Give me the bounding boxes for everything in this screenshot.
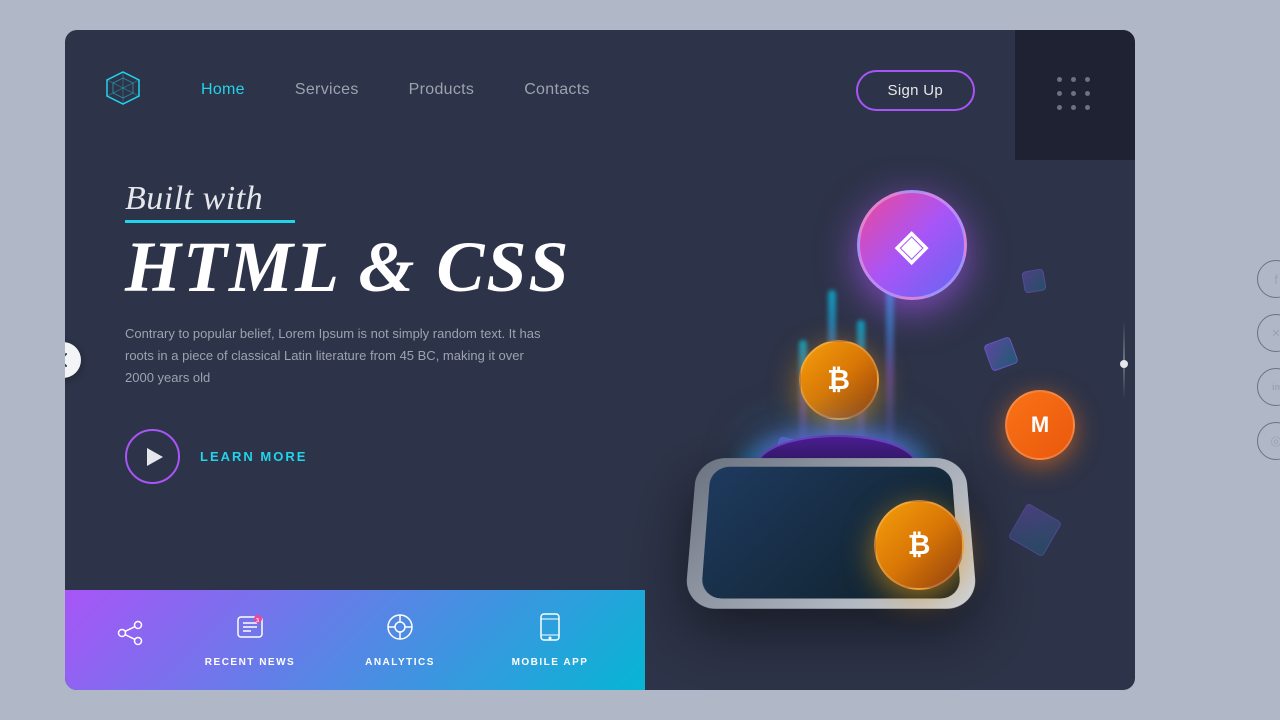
recent-news-icon: 3 [235, 612, 265, 649]
cube-3 [1008, 503, 1063, 558]
dot [1057, 91, 1062, 96]
twitter-icon: ✕ [1271, 327, 1280, 340]
linkedin-button[interactable]: in [1257, 368, 1280, 406]
bitcoin-symbol-bottom: ₿ [908, 529, 931, 561]
facebook-icon: f [1274, 272, 1278, 287]
analytics-item[interactable]: ANALYTICS [325, 612, 475, 668]
analytics-label: ANALYTICS [365, 657, 435, 668]
nav-products[interactable]: Products [409, 81, 475, 99]
hero-title: HTML & CSS [125, 231, 625, 303]
bottom-bar: 3 RECENT NEWS ANALYTICS [65, 590, 645, 690]
mobile-app-item[interactable]: MOBILE APP [475, 612, 625, 668]
recent-news-item[interactable]: 3 RECENT NEWS [175, 612, 325, 668]
scroll-dot [1120, 360, 1128, 368]
analytics-icon [385, 612, 415, 649]
bitcoin-coin-top: ₿ [799, 340, 879, 420]
cta-row: LEARN MORE [125, 429, 625, 484]
signup-button[interactable]: Sign Up [856, 70, 975, 111]
dot [1057, 77, 1062, 82]
linkedin-icon: in [1272, 382, 1280, 392]
mobile-app-icon [537, 612, 563, 649]
recent-news-label: RECENT NEWS [205, 657, 295, 668]
twitter-button[interactable]: ✕ [1257, 314, 1280, 352]
main-card: Home Services Products Contacts Sign Up … [65, 30, 1135, 690]
monero-coin: M [1005, 390, 1075, 460]
cube-4 [1021, 268, 1046, 293]
play-icon [147, 448, 163, 466]
social-sidebar: f ✕ in ◎ [1257, 260, 1280, 460]
instagram-icon: ◎ [1270, 433, 1280, 449]
nav-services[interactable]: Services [295, 81, 359, 99]
share-icon [116, 619, 144, 654]
mobile-app-label: MOBILE APP [512, 657, 589, 668]
logo[interactable] [105, 70, 141, 111]
hero-content: Built with HTML & CSS Contrary to popula… [125, 180, 625, 484]
dot [1071, 91, 1076, 96]
play-button[interactable] [125, 429, 180, 484]
title-underline [125, 220, 295, 223]
dot [1071, 77, 1076, 82]
nav-contacts[interactable]: Contacts [524, 81, 590, 99]
cube-2 [983, 336, 1019, 372]
nav-links: Home Services Products Contacts [201, 81, 856, 99]
dot [1085, 91, 1090, 96]
built-with-text: Built with [125, 180, 625, 218]
nav-home[interactable]: Home [201, 81, 245, 99]
facebook-button[interactable]: f [1257, 260, 1280, 298]
ethereum-coin: ◈ [857, 190, 967, 300]
left-arrow-button[interactable] [65, 342, 81, 378]
hero-description: Contrary to popular belief, Lorem Ipsum … [125, 323, 545, 389]
share-item[interactable] [85, 619, 175, 662]
bitcoin-coin-bottom: ₿ [874, 500, 964, 590]
svg-text:3: 3 [256, 618, 259, 624]
ethereum-symbol: ◈ [895, 220, 927, 270]
monero-symbol: M [1031, 412, 1049, 438]
bitcoin-symbol-top: ₿ [827, 364, 850, 396]
instagram-button[interactable]: ◎ [1257, 422, 1280, 460]
learn-more-button[interactable]: LEARN MORE [200, 449, 307, 464]
dots-menu[interactable] [1057, 77, 1093, 113]
dot [1085, 77, 1090, 82]
